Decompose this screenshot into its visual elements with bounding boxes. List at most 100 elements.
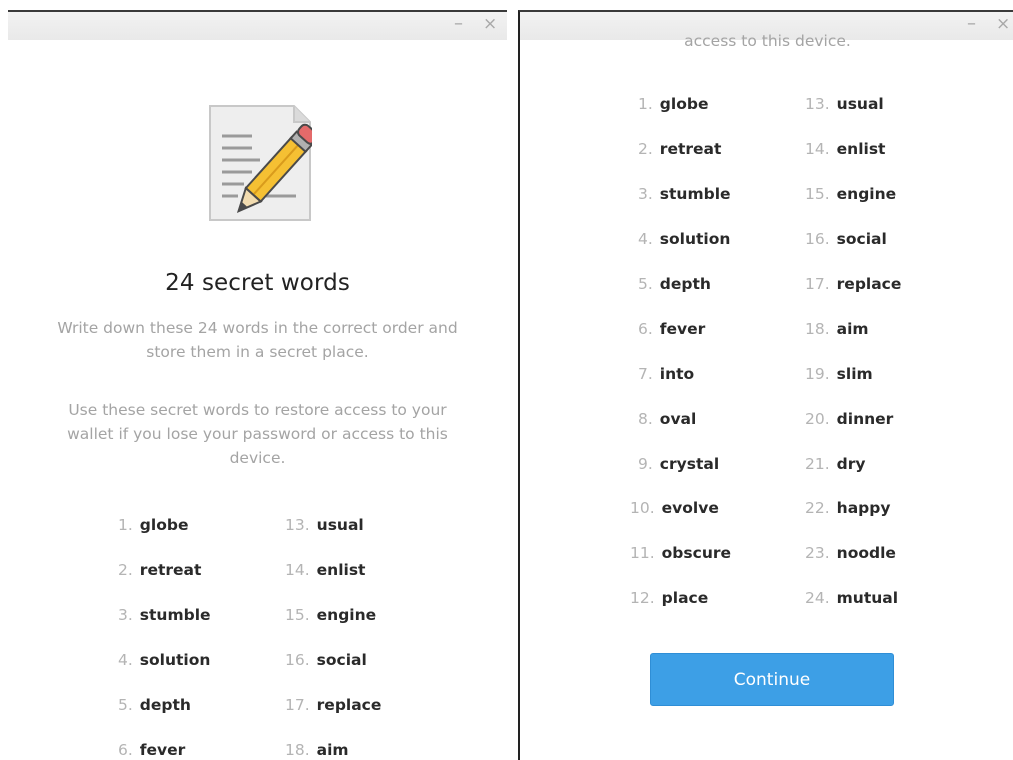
word-number: 16. — [805, 230, 830, 248]
right-window: – × access to this device. 1. globe 2. ret… — [518, 10, 1013, 760]
word-text: happy — [836, 499, 891, 517]
secret-word: 2. retreat — [638, 140, 721, 158]
word-text: globe — [139, 516, 189, 534]
word-text: globe — [659, 95, 709, 113]
word-number: 14. — [285, 561, 310, 579]
secret-word: 18. aim — [805, 320, 869, 338]
secret-word: 8. oval — [638, 410, 696, 428]
word-text: enlist — [316, 561, 366, 579]
secret-word: 2. retreat — [118, 561, 201, 579]
word-text: aim — [836, 320, 869, 338]
word-number: 14. — [805, 140, 830, 158]
word-number: 10. — [630, 499, 655, 517]
word-number: 21. — [805, 455, 830, 473]
scrolled-text: access to this device. — [684, 32, 851, 50]
word-text: depth — [139, 696, 191, 714]
secret-word: 23. noodle — [805, 544, 896, 562]
word-text: obscure — [661, 544, 732, 562]
word-number: 6. — [638, 320, 653, 338]
word-text: stumble — [659, 185, 731, 203]
secret-word: 4. solution — [118, 651, 210, 669]
window-gap — [507, 10, 518, 760]
secret-word: 21. dry — [805, 455, 866, 473]
continue-button[interactable]: Continue — [650, 653, 894, 706]
secret-word: 6. fever — [638, 320, 705, 338]
word-number: 4. — [638, 230, 653, 248]
secret-word: 17. replace — [805, 275, 901, 293]
word-number: 12. — [630, 589, 655, 607]
word-text: oval — [659, 410, 697, 428]
secret-word: 3. stumble — [118, 606, 211, 624]
page-title: 24 secret words — [165, 270, 350, 296]
close-icon[interactable]: × — [996, 14, 1010, 34]
secret-word: 17. replace — [285, 696, 381, 714]
word-text: retreat — [139, 561, 202, 579]
word-text: replace — [316, 696, 382, 714]
word-number: 3. — [638, 185, 653, 203]
word-text: slim — [836, 365, 873, 383]
secret-word: 13. usual — [805, 95, 884, 113]
word-number: 15. — [285, 606, 310, 624]
word-number: 15. — [805, 185, 830, 203]
word-number: 8. — [638, 410, 653, 428]
word-number: 9. — [638, 455, 653, 473]
secret-word: 15. engine — [805, 185, 896, 203]
word-number: 2. — [118, 561, 133, 579]
word-text: fever — [659, 320, 706, 338]
secret-word: 12. place — [630, 589, 708, 607]
word-text: replace — [836, 275, 902, 293]
word-text: dinner — [836, 410, 894, 428]
word-number: 1. — [638, 95, 653, 113]
secret-word: 14. enlist — [285, 561, 365, 579]
word-number: 5. — [118, 696, 133, 714]
secret-word: 11. obscure — [630, 544, 731, 562]
word-number: 16. — [285, 651, 310, 669]
close-icon[interactable]: × — [483, 14, 497, 34]
secret-word: 1. globe — [638, 95, 708, 113]
word-text: social — [316, 651, 367, 669]
word-text: mutual — [836, 589, 899, 607]
word-text: engine — [836, 185, 897, 203]
secret-word: 19. slim — [805, 365, 873, 383]
word-text: usual — [316, 516, 364, 534]
secret-word: 16. social — [285, 651, 367, 669]
secret-word: 3. stumble — [638, 185, 731, 203]
secret-word: 9. crystal — [638, 455, 719, 473]
word-text: evolve — [661, 499, 719, 517]
word-text: engine — [316, 606, 377, 624]
secret-word: 7. into — [638, 365, 694, 383]
secret-word: 6. fever — [118, 741, 185, 759]
word-text: noodle — [836, 544, 896, 562]
word-number: 7. — [638, 365, 653, 383]
secret-word: 5. depth — [118, 696, 191, 714]
title-bar: – × — [8, 12, 507, 40]
word-text: into — [659, 365, 695, 383]
word-number: 22. — [805, 499, 830, 517]
word-number: 19. — [805, 365, 830, 383]
word-number: 1. — [118, 516, 133, 534]
secret-word: 24. mutual — [805, 589, 898, 607]
word-text: solution — [139, 651, 211, 669]
secret-word: 22. happy — [805, 499, 890, 517]
secret-word: 5. depth — [638, 275, 711, 293]
secret-word: 13. usual — [285, 516, 364, 534]
word-number: 13. — [285, 516, 310, 534]
restore-info-text: Use these secret words to restore access… — [67, 401, 448, 467]
minimize-icon[interactable]: – — [967, 14, 976, 34]
left-window: – × 24 secret words Write down these 24 … — [8, 10, 507, 760]
word-text: depth — [659, 275, 711, 293]
word-text: fever — [139, 741, 186, 759]
word-number: 24. — [805, 589, 830, 607]
word-text: aim — [316, 741, 349, 759]
instruction-text: Write down these 24 words in the correct… — [57, 319, 458, 361]
word-number: 17. — [805, 275, 830, 293]
word-text: crystal — [659, 455, 720, 473]
secret-word: 14. enlist — [805, 140, 885, 158]
secret-word: 18. aim — [285, 741, 349, 759]
word-text: solution — [659, 230, 731, 248]
secret-word: 16. social — [805, 230, 887, 248]
secret-word: 15. engine — [285, 606, 376, 624]
word-text: place — [661, 589, 709, 607]
minimize-icon[interactable]: – — [454, 14, 463, 34]
word-number: 2. — [638, 140, 653, 158]
